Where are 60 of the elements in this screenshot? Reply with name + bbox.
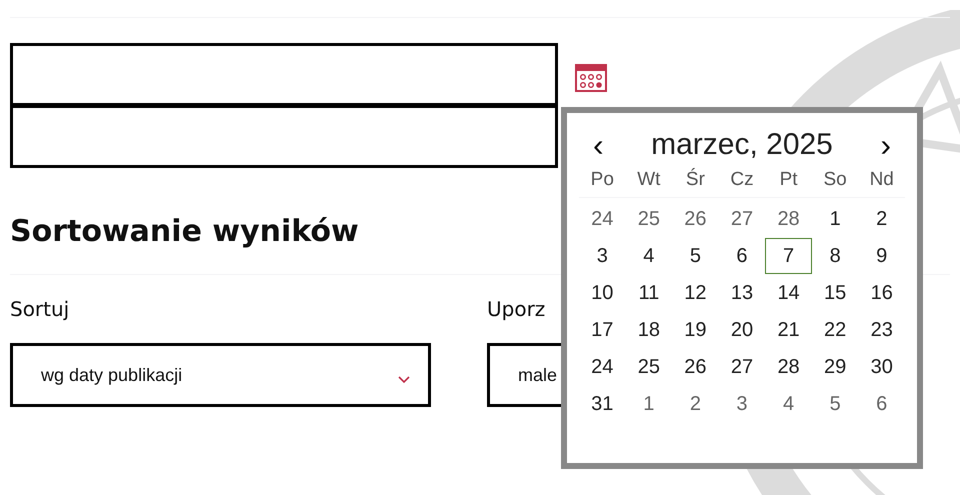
calendar-day[interactable]: 24	[579, 201, 626, 237]
sort-select[interactable]: wg daty publikacji	[10, 343, 431, 407]
weekday-label: Cz	[729, 168, 755, 192]
calendar-day[interactable]: 4	[626, 238, 672, 274]
calendar-day[interactable]: 13	[718, 275, 766, 311]
weekday-label: Wt	[636, 168, 662, 192]
calendar-day[interactable]: 27	[718, 349, 766, 385]
calendar-day[interactable]: 4	[765, 386, 812, 422]
calendar-day[interactable]: 17	[579, 312, 626, 348]
weekday-label: So	[822, 168, 848, 192]
field-label: Uporz	[487, 296, 546, 323]
weekday-label: Po	[590, 168, 615, 192]
calendar-day[interactable]: 30	[858, 349, 905, 385]
calendar-day[interactable]: 2	[672, 386, 719, 422]
weekday-label: Nd	[868, 168, 895, 192]
calendar-day[interactable]: 18	[626, 312, 672, 348]
calendar-day[interactable]: 7	[765, 238, 812, 274]
calendar-day[interactable]: 25	[626, 349, 672, 385]
calendar-day[interactable]: 5	[672, 238, 719, 274]
calendar-day[interactable]: 8	[812, 238, 858, 274]
calendar-day[interactable]: 12	[672, 275, 719, 311]
month-title: marzec, 2025	[651, 127, 833, 163]
calendar-day[interactable]: 28	[765, 349, 812, 385]
calendar-day[interactable]: 25	[626, 201, 672, 237]
calendar-day[interactable]: 9	[858, 238, 905, 274]
calendar-day[interactable]: 16	[858, 275, 905, 311]
calendar-day[interactable]: 6	[718, 238, 766, 274]
chevron-down-icon	[398, 376, 410, 384]
calendar-day[interactable]: 26	[672, 349, 719, 385]
weekday-label: Śr	[684, 167, 706, 192]
calendar-day[interactable]: 22	[812, 312, 858, 348]
field-label: Sortuj	[10, 296, 70, 323]
calendar-day[interactable]: 10	[579, 275, 626, 311]
calendar-day[interactable]: 21	[765, 312, 812, 348]
calendar-day[interactable]: 2	[858, 201, 905, 237]
calendar-day[interactable]: 27	[718, 201, 766, 237]
date-input-field[interactable]	[10, 105, 558, 168]
calendar-day[interactable]: 1	[626, 386, 672, 422]
calendar-day[interactable]: 31	[579, 386, 626, 422]
calendar-icon[interactable]	[574, 61, 608, 93]
calendar-day[interactable]: 20	[718, 312, 766, 348]
calendar-day[interactable]: 24	[579, 349, 626, 385]
previous-month-button[interactable]: ‹	[589, 125, 608, 165]
calendar-day[interactable]: 15	[812, 275, 858, 311]
date-input-field[interactable]	[10, 43, 558, 106]
calendar-day[interactable]: 11	[626, 275, 672, 311]
calendar-day[interactable]: 28	[765, 201, 812, 237]
calendar-day[interactable]: 6	[858, 386, 905, 422]
weekday-label: Pt	[778, 168, 799, 192]
calendar-day[interactable]: 5	[812, 386, 858, 422]
calendar-day[interactable]: 29	[812, 349, 858, 385]
calendar-day[interactable]: 3	[579, 238, 626, 274]
next-month-button[interactable]: ›	[876, 125, 895, 165]
section-heading: Sortowanie wyników	[10, 213, 359, 251]
calendar-day[interactable]: 19	[672, 312, 719, 348]
calendar-day[interactable]: 3	[718, 386, 766, 422]
calendar-day[interactable]: 23	[858, 312, 905, 348]
calendar-day[interactable]: 14	[765, 275, 812, 311]
calendar-day[interactable]: 26	[672, 201, 719, 237]
calendar-day[interactable]: 1	[812, 201, 858, 237]
